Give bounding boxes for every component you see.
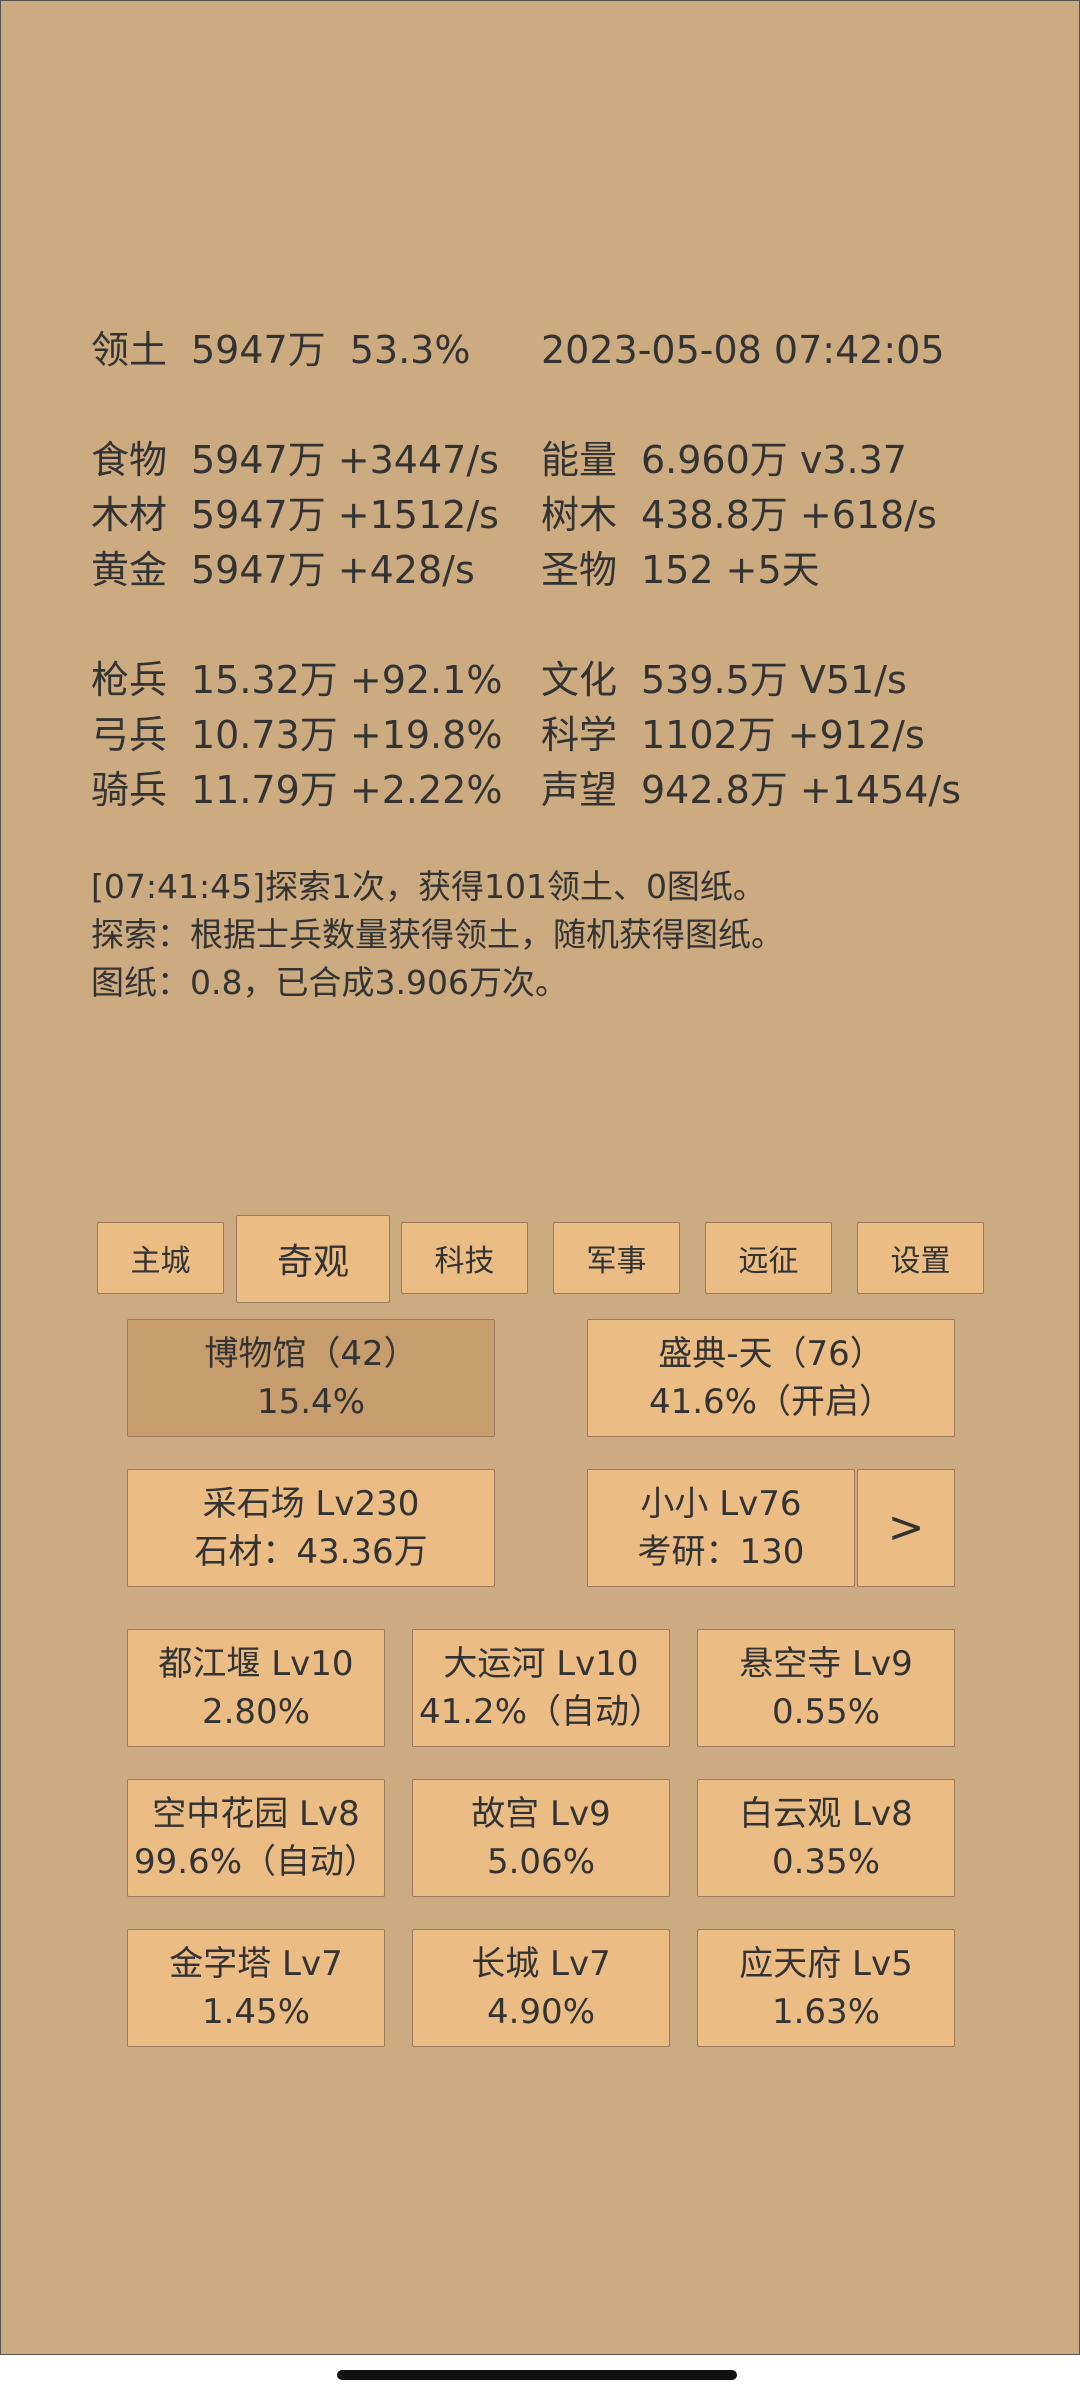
tab-wonders[interactable]: 奇观 xyxy=(236,1215,390,1303)
datetime: 2023-05-08 07:42:05 xyxy=(541,328,945,372)
tab-technology[interactable]: 科技 xyxy=(401,1222,528,1294)
troop-value: 942.8万 +1454/s xyxy=(641,768,962,812)
tab-military[interactable]: 军事 xyxy=(553,1222,680,1294)
wonder-progress: 1.45% xyxy=(201,1992,310,2032)
card-progress: 15.4% xyxy=(256,1382,365,1422)
resource-row: 树木 438.8万 +618/s xyxy=(541,488,937,543)
tab-main-city[interactable]: 主城 xyxy=(97,1222,224,1294)
resource-row: 黄金 5947万 +428/s xyxy=(91,543,475,598)
wonder-name: 应天府 Lv5 xyxy=(739,1944,913,1984)
xiaoxiao-card[interactable]: 小小 Lv76 考研：130 xyxy=(587,1469,855,1587)
wonder-name: 白云观 Lv8 xyxy=(739,1794,913,1834)
museum-card[interactable]: 博物馆（42） 15.4% xyxy=(127,1319,495,1437)
wonder-progress: 1.63% xyxy=(771,1992,880,2032)
troop-label: 骑兵 xyxy=(91,768,168,812)
event-log: [07:41:45]探索1次，获得101领土、0图纸。 探索：根据士兵数量获得领… xyxy=(91,863,784,1007)
resource-value: 5947万 +3447/s xyxy=(191,438,499,482)
resource-row: 食物 5947万 +3447/s xyxy=(91,433,499,488)
card-progress: 考研：130 xyxy=(637,1532,805,1572)
troop-row: 枪兵 15.32万 +92.1% xyxy=(91,653,502,708)
troop-label: 文化 xyxy=(541,658,618,702)
quarry-card[interactable]: 采石场 Lv230 石材：43.36万 xyxy=(127,1469,495,1587)
wonder-name: 故宫 Lv9 xyxy=(471,1794,611,1834)
next-button[interactable]: > xyxy=(857,1469,955,1587)
card-title: 盛典-天（76） xyxy=(658,1334,884,1374)
card-title: 小小 Lv76 xyxy=(640,1484,802,1524)
wonder-card[interactable]: 应天府 Lv5 1.63% xyxy=(697,1929,955,2047)
home-indicator[interactable] xyxy=(337,2370,737,2380)
tab-settings[interactable]: 设置 xyxy=(857,1222,984,1294)
wonder-name: 大运河 Lv10 xyxy=(443,1644,639,1684)
troop-label: 科学 xyxy=(541,713,618,757)
ceremony-card[interactable]: 盛典-天（76） 41.6%（开启） xyxy=(587,1319,955,1437)
card-progress: 41.6%（开启） xyxy=(648,1382,893,1422)
wonder-card[interactable]: 长城 Lv7 4.90% xyxy=(412,1929,670,2047)
troop-value: 539.5万 V51/s xyxy=(641,658,907,702)
troop-value: 15.32万 +92.1% xyxy=(191,658,503,702)
resource-label: 能量 xyxy=(541,438,618,482)
resource-label: 圣物 xyxy=(541,548,618,592)
troop-label: 弓兵 xyxy=(91,713,168,757)
resource-row: 圣物 152 +5天 xyxy=(541,543,820,598)
troop-value: 1102万 +912/s xyxy=(641,713,925,757)
wonder-progress: 99.6%（自动） xyxy=(133,1842,378,1882)
wonder-progress: 5.06% xyxy=(486,1842,595,1882)
resource-label: 木材 xyxy=(91,493,168,537)
resource-label: 黄金 xyxy=(91,548,168,592)
log-line: 探索：根据士兵数量获得领土，随机获得图纸。 xyxy=(91,915,784,954)
troop-value: 10.73万 +19.8% xyxy=(191,713,503,757)
wonder-card[interactable]: 大运河 Lv10 41.2%（自动） xyxy=(412,1629,670,1747)
wonder-card[interactable]: 故宫 Lv9 5.06% xyxy=(412,1779,670,1897)
resource-label: 树木 xyxy=(541,493,618,537)
log-line: [07:41:45]探索1次，获得101领土、0图纸。 xyxy=(91,867,766,906)
resource-value: 438.8万 +618/s xyxy=(641,493,937,537)
tab-bar: 主城 奇观 科技 军事 远征 设置 xyxy=(1,1215,1080,1305)
tab-expedition[interactable]: 远征 xyxy=(705,1222,832,1294)
resource-value: 5947万 +428/s xyxy=(191,548,475,592)
territory-value: 5947万 xyxy=(191,328,326,372)
chevron-right-icon: > xyxy=(887,1502,925,1553)
wonder-progress: 0.35% xyxy=(771,1842,880,1882)
card-title: 采石场 Lv230 xyxy=(202,1484,420,1524)
wonder-progress: 2.80% xyxy=(201,1692,310,1732)
wonder-card[interactable]: 空中花园 Lv8 99.6%（自动） xyxy=(127,1779,385,1897)
resource-row: 木材 5947万 +1512/s xyxy=(91,488,499,543)
wonder-name: 长城 Lv7 xyxy=(471,1944,611,1984)
wonder-card[interactable]: 白云观 Lv8 0.35% xyxy=(697,1779,955,1897)
wonder-card[interactable]: 悬空寺 Lv9 0.55% xyxy=(697,1629,955,1747)
troop-label: 声望 xyxy=(541,768,618,812)
resource-label: 食物 xyxy=(91,438,168,482)
troop-row: 科学 1102万 +912/s xyxy=(541,708,925,763)
resource-row: 能量 6.960万 v3.37 xyxy=(541,433,907,488)
territory-stat: 领土 5947万 53.3% xyxy=(91,323,470,378)
troop-row: 骑兵 11.79万 +2.22% xyxy=(91,763,502,818)
troop-row: 文化 539.5万 V51/s xyxy=(541,653,907,708)
wonder-name: 悬空寺 Lv9 xyxy=(739,1644,913,1684)
wonder-name: 空中花园 Lv8 xyxy=(152,1794,360,1834)
resource-value: 6.960万 v3.37 xyxy=(641,438,907,482)
wonder-name: 都江堰 Lv10 xyxy=(158,1644,354,1684)
wonder-name: 金字塔 Lv7 xyxy=(169,1944,343,1984)
territory-percent: 53.3% xyxy=(349,328,471,372)
territory-label: 领土 xyxy=(91,328,168,372)
wonder-card[interactable]: 金字塔 Lv7 1.45% xyxy=(127,1929,385,2047)
resource-value: 5947万 +1512/s xyxy=(191,493,499,537)
wonder-card[interactable]: 都江堰 Lv10 2.80% xyxy=(127,1629,385,1747)
wonder-progress: 0.55% xyxy=(771,1692,880,1732)
troop-label: 枪兵 xyxy=(91,658,168,702)
resource-value: 152 +5天 xyxy=(641,548,820,592)
wonder-progress: 4.90% xyxy=(486,1992,595,2032)
game-screen: 领土 5947万 53.3% 2023-05-08 07:42:05 食物 5947万… xyxy=(0,0,1080,2355)
troop-row: 弓兵 10.73万 +19.8% xyxy=(91,708,502,763)
log-line: 图纸：0.8，已合成3.906万次。 xyxy=(91,963,568,1002)
wonder-progress: 41.2%（自动） xyxy=(418,1692,663,1732)
card-progress: 石材：43.36万 xyxy=(194,1532,428,1572)
troop-value: 11.79万 +2.22% xyxy=(191,768,503,812)
troop-row: 声望 942.8万 +1454/s xyxy=(541,763,961,818)
card-title: 博物馆（42） xyxy=(204,1334,418,1374)
